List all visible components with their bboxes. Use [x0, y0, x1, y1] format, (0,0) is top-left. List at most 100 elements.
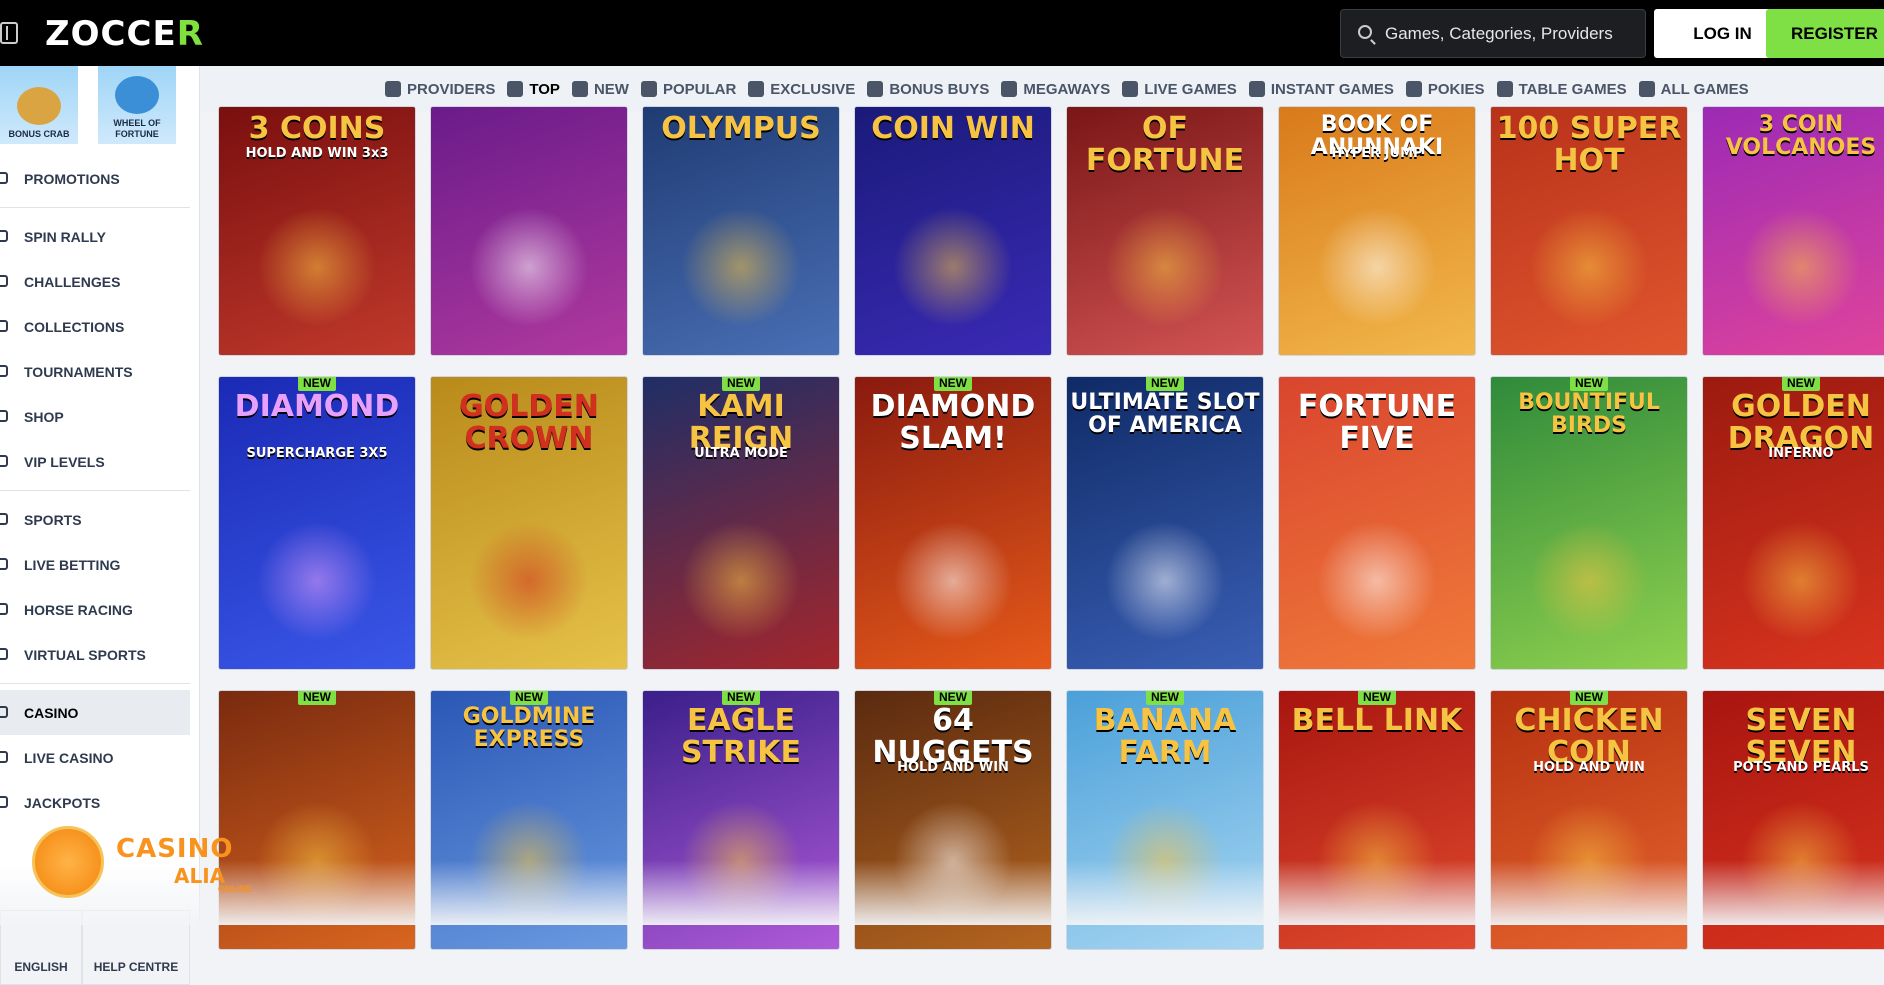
- game-subtitle: SUPERCHARGE 3X5: [246, 446, 388, 461]
- new-badge: NEW: [510, 691, 548, 705]
- game-tile[interactable]: NEW ULTIMATE SLOT OF AMERICA: [1066, 376, 1264, 670]
- game-title: EAGLE STRIKE: [680, 703, 802, 770]
- search-input[interactable]: Games, Categories, Providers: [1340, 9, 1646, 58]
- tab-label: INSTANT GAMES: [1270, 80, 1394, 98]
- sidebar-item-virtual-sports[interactable]: VIRTUAL SPORTS: [0, 632, 190, 677]
- sidebar-item-shop[interactable]: SHOP: [0, 394, 190, 439]
- game-tile[interactable]: [430, 106, 628, 356]
- sidebar-item-tournaments[interactable]: TOURNAMENTS: [0, 349, 190, 394]
- kangaroo-logo-icon: [32, 826, 104, 898]
- sidebar-item-vip-levels[interactable]: VIP LEVELS: [0, 439, 190, 484]
- game-tile[interactable]: NEW KAMI REIGN ULTRA MODE: [642, 376, 840, 670]
- logo[interactable]: ZOCCER: [45, 14, 204, 54]
- sidebar-item-label: VIP LEVELS: [24, 453, 105, 470]
- new-badge: NEW: [722, 691, 760, 705]
- game-subtitle: POTS AND PEARLS: [1733, 760, 1869, 775]
- sidebar-item-casino[interactable]: CASINO: [0, 690, 190, 735]
- promo-tile-wheel-of-fortune[interactable]: WHEEL OF FORTUNE: [98, 66, 176, 144]
- game-artwork: [1529, 521, 1649, 641]
- game-title: GOLDEN DRAGON: [1727, 389, 1875, 456]
- sidebar-toggle-icon[interactable]: [0, 22, 18, 44]
- game-artwork: [1105, 521, 1225, 641]
- promo-tile-bonus-crab[interactable]: BONUS CRAB: [0, 66, 78, 144]
- sidebar-item-collections[interactable]: COLLECTIONS: [0, 304, 190, 349]
- search-placeholder: Games, Categories, Providers: [1385, 23, 1613, 43]
- crown-icon: [507, 81, 524, 97]
- sidebar-item-label: LIVE CASINO: [24, 749, 114, 766]
- sidebar-item-sports[interactable]: SPORTS: [0, 497, 190, 542]
- casino-icon: [0, 706, 8, 718]
- new-badge: NEW: [1358, 691, 1396, 705]
- sidebar-item-label: TOURNAMENTS: [24, 363, 133, 380]
- game-subtitle: INFERNO: [1768, 446, 1834, 461]
- new-badge: NEW: [934, 691, 972, 705]
- promo-label: WHEEL OF FORTUNE: [113, 118, 161, 139]
- jackpots-icon: [0, 796, 8, 808]
- game-artwork: [1741, 207, 1861, 327]
- tournaments-icon: [0, 365, 8, 377]
- game-title: 64 NUGGETS: [872, 703, 1034, 770]
- live-betting-icon: [0, 558, 8, 570]
- game-title: ULTIMATE SLOT OF AMERICA: [1070, 390, 1260, 439]
- language-label: ENGLISH: [14, 960, 68, 974]
- sidebar-item-challenges[interactable]: CHALLENGES: [0, 259, 190, 304]
- sidebar-item-label: SPIN RALLY: [24, 228, 106, 245]
- table-games-icon: [1496, 81, 1513, 97]
- sidebar-item-label: HORSE RACING: [24, 601, 133, 618]
- game-tile[interactable]: NEW DIAMOND SLAM!: [854, 376, 1052, 670]
- collections-icon: [0, 320, 8, 332]
- game-title: DIAMOND: [234, 389, 400, 424]
- game-artwork: [1741, 521, 1861, 641]
- nav-divider: [0, 490, 190, 491]
- game-artwork: [893, 207, 1013, 327]
- register-button[interactable]: REGISTER: [1766, 9, 1884, 58]
- tab-label: NEW: [593, 80, 629, 98]
- game-title: KAMI REIGN: [688, 389, 794, 456]
- game-tile[interactable]: 3 COINS HOLD AND WIN 3x3: [218, 106, 416, 356]
- game-tile[interactable]: COIN WIN: [854, 106, 1052, 356]
- game-tile[interactable]: OF FORTUNE: [1066, 106, 1264, 356]
- game-tile[interactable]: NEW DIAMOND SUPERCHARGE 3X5: [218, 376, 416, 670]
- game-artwork: [257, 207, 377, 327]
- sidebar-item-spin-rally[interactable]: SPIN RALLY: [0, 214, 190, 259]
- game-title: COIN WIN: [871, 111, 1035, 146]
- game-tile[interactable]: FORTUNE FIVE: [1278, 376, 1476, 670]
- top-bar: ZOCCER Games, Categories, Providers LOG …: [0, 0, 1884, 66]
- tab-label: PROVIDERS: [407, 80, 496, 98]
- sidebar-item-label: CHALLENGES: [24, 273, 121, 290]
- sidebar-item-jackpots[interactable]: JACKPOTS: [0, 780, 190, 825]
- sidebar: BONUS CRAB WHEEL OF FORTUNE PROMOTIONS SP…: [0, 66, 200, 985]
- challenges-icon: [0, 275, 8, 287]
- game-tile[interactable]: OLYMPUS: [642, 106, 840, 356]
- game-tile[interactable]: 3 COIN VOLCANOES: [1702, 106, 1884, 356]
- sidebar-item-label: PROMOTIONS: [24, 170, 120, 187]
- tab-label: LIVE GAMES: [1144, 80, 1237, 98]
- sidebar-item-live-betting[interactable]: LIVE BETTING: [0, 542, 190, 587]
- game-tile[interactable]: BOOK OF ANUNNAKI HYPER JUMP: [1278, 106, 1476, 356]
- game-title: GOLDMINE EXPRESS: [462, 704, 596, 753]
- game-tile[interactable]: GOLDEN CROWN: [430, 376, 628, 670]
- wheel-icon: [115, 76, 159, 114]
- new-badge: NEW: [1146, 377, 1184, 391]
- new-badge: NEW: [1782, 377, 1820, 391]
- lightning-icon: [571, 81, 588, 97]
- tab-label: ALL GAMES: [1660, 80, 1749, 98]
- game-tile[interactable]: NEW GOLDEN DRAGON INFERNO: [1702, 376, 1884, 670]
- sidebar-item-label: SHOP: [24, 408, 64, 425]
- shop-icon: [0, 410, 8, 422]
- sidebar-item-promotions[interactable]: PROMOTIONS: [0, 156, 190, 201]
- game-artwork: [681, 521, 801, 641]
- game-tile[interactable]: 100 SUPER HOT: [1490, 106, 1688, 356]
- virtual-sports-icon: [0, 648, 8, 660]
- sidebar-item-label: CASINO: [24, 704, 79, 721]
- game-tile[interactable]: NEW BOUNTIFUL BIRDS: [1490, 376, 1688, 670]
- game-subtitle: HOLD AND WIN 3x3: [245, 146, 389, 161]
- game-title: DIAMOND SLAM!: [870, 389, 1036, 456]
- game-title: 3 COINS: [248, 111, 386, 146]
- sidebar-item-live-casino[interactable]: LIVE CASINO: [0, 735, 190, 780]
- sidebar-item-horse-racing[interactable]: HORSE RACING: [0, 587, 190, 632]
- game-title: BOUNTIFUL BIRDS: [1518, 390, 1660, 439]
- new-badge: NEW: [722, 377, 760, 391]
- pokies-icon: [1405, 81, 1422, 97]
- spin-rally-icon: [0, 230, 8, 242]
